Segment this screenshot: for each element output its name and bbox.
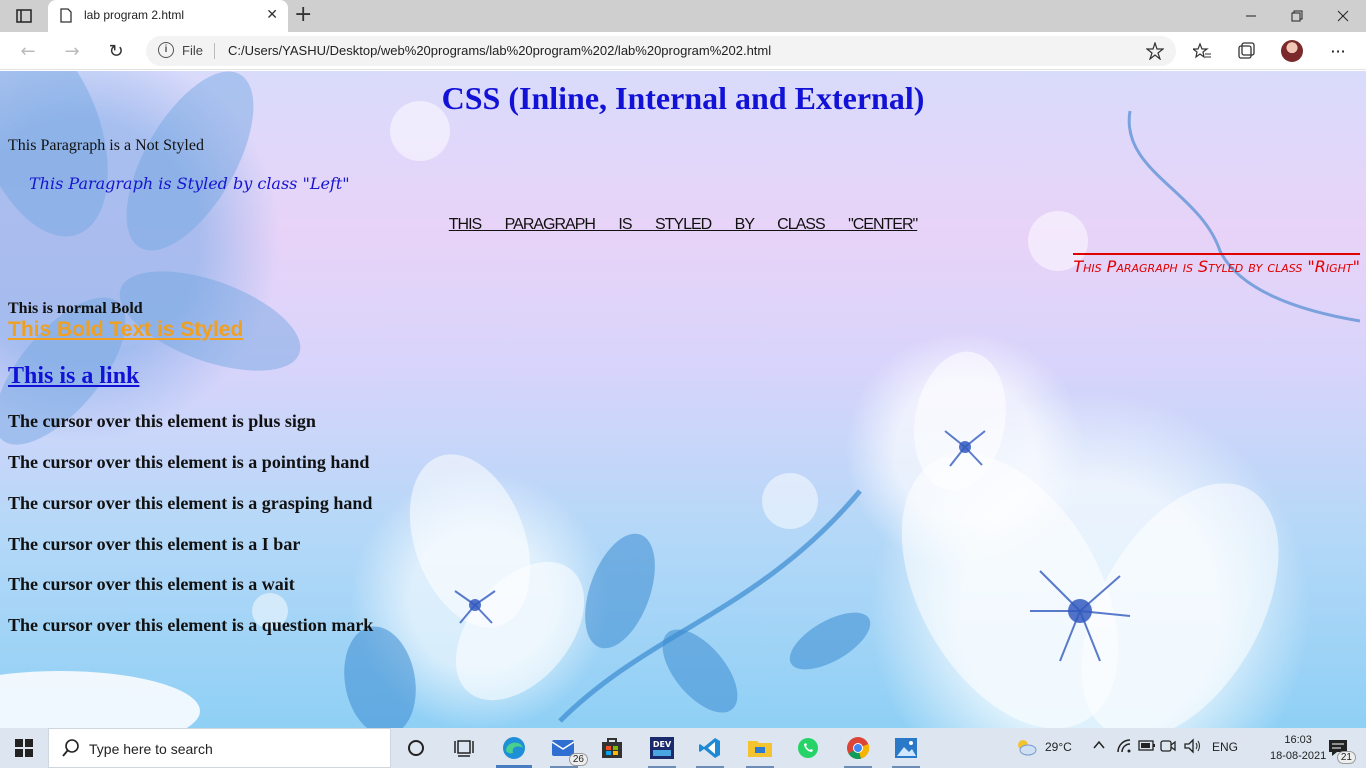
- close-tab-icon[interactable]: ✕: [266, 7, 278, 23]
- battery-icon[interactable]: [1138, 739, 1156, 756]
- search-placeholder: Type here to search: [89, 741, 213, 757]
- cursor-wait-item[interactable]: The cursor over this element is a wait: [8, 574, 295, 595]
- taskbar: Type here to search 26 DEV 29°C ENG 16:0…: [0, 728, 1366, 768]
- tab-actions-icon[interactable]: [10, 6, 38, 26]
- cursor-plus-item[interactable]: The cursor over this element is plus sig…: [8, 411, 316, 432]
- page-link[interactable]: This is a link: [8, 363, 139, 390]
- refresh-icon[interactable]: ↻: [102, 38, 130, 64]
- collections-icon[interactable]: [1234, 40, 1258, 62]
- more-options-icon[interactable]: ···: [1326, 40, 1350, 62]
- tab-title: lab program 2.html: [84, 8, 185, 22]
- edge-icon[interactable]: [492, 728, 536, 768]
- wifi-icon[interactable]: [1116, 738, 1132, 757]
- windows-start-icon[interactable]: [0, 728, 48, 768]
- cursor-pointer-item[interactable]: The cursor over this element is a pointi…: [8, 452, 369, 473]
- whatsapp-icon[interactable]: [786, 728, 830, 768]
- url-text[interactable]: C:/Users/YASHU/Desktop/web%20programs/la…: [228, 43, 771, 58]
- browser-tab[interactable]: lab program 2.html ✕: [48, 0, 288, 32]
- page-content: CSS (Inline, Internal and External) This…: [0, 71, 1366, 728]
- cursor-help-item[interactable]: The cursor over this element is a questi…: [8, 615, 373, 636]
- restore-icon[interactable]: [1274, 0, 1320, 32]
- file-explorer-icon[interactable]: [738, 728, 782, 768]
- paragraph-left: This Paragraph is Styled by class "Left": [29, 174, 350, 193]
- browser-toolbar: ← → ↻ i File C:/Users/YASHU/Desktop/web%…: [0, 32, 1366, 70]
- svg-text:DEV: DEV: [653, 740, 672, 749]
- vscode-icon[interactable]: [688, 728, 732, 768]
- profile-avatar[interactable]: [1281, 40, 1303, 62]
- cursor-text-item[interactable]: The cursor over this element is a I bar: [8, 534, 300, 555]
- address-divider: [214, 43, 215, 59]
- dev-app-icon[interactable]: DEV: [640, 728, 684, 768]
- minimize-icon[interactable]: [1228, 0, 1274, 32]
- favorites-icon[interactable]: [1190, 40, 1214, 62]
- page-icon: [60, 8, 72, 28]
- address-bar[interactable]: i File C:/Users/YASHU/Desktop/web%20prog…: [146, 36, 1176, 66]
- search-icon: [61, 738, 81, 763]
- notification-count: 21: [1336, 751, 1356, 764]
- task-view-icon[interactable]: [442, 728, 486, 768]
- page-title: CSS (Inline, Internal and External): [441, 80, 925, 116]
- bold-normal-text: This is normal Bold: [8, 300, 143, 317]
- language-indicator[interactable]: ENG: [1212, 740, 1238, 754]
- paragraph-center: This paragraph is styled by class "cente…: [448, 216, 918, 233]
- store-icon[interactable]: [590, 728, 634, 768]
- bold-styled-text: This Bold Text is Styled: [8, 318, 244, 341]
- taskbar-search[interactable]: Type here to search: [48, 728, 391, 768]
- add-favorite-icon[interactable]: [1145, 41, 1165, 65]
- address-prefix: File: [182, 43, 203, 58]
- volume-icon[interactable]: [1184, 738, 1202, 757]
- tab-strip: lab program 2.html ✕ +: [0, 0, 1366, 32]
- mail-icon[interactable]: 26: [542, 728, 588, 768]
- chrome-icon[interactable]: [836, 728, 880, 768]
- back-icon[interactable]: ←: [14, 38, 42, 64]
- forward-icon[interactable]: →: [58, 38, 86, 64]
- paragraph-not-styled: This Paragraph is a Not Styled: [8, 137, 204, 154]
- chevron-up-icon[interactable]: [1092, 738, 1106, 755]
- info-icon[interactable]: i: [158, 42, 174, 58]
- notification-center-icon[interactable]: 21: [1318, 728, 1358, 768]
- paragraph-right: This Paragraph is Styled by class "Right…: [1073, 253, 1360, 276]
- mail-badge: 26: [568, 753, 588, 766]
- cursor-grab-item[interactable]: The cursor over this element is a graspi…: [8, 493, 372, 514]
- new-tab-icon[interactable]: +: [294, 4, 312, 26]
- cortana-icon[interactable]: [394, 728, 438, 768]
- close-icon[interactable]: [1320, 0, 1366, 32]
- photos-icon[interactable]: [884, 728, 928, 768]
- weather-icon[interactable]: [1014, 737, 1038, 760]
- meet-now-icon[interactable]: [1160, 738, 1176, 757]
- weather-temperature[interactable]: 29°C: [1045, 740, 1072, 754]
